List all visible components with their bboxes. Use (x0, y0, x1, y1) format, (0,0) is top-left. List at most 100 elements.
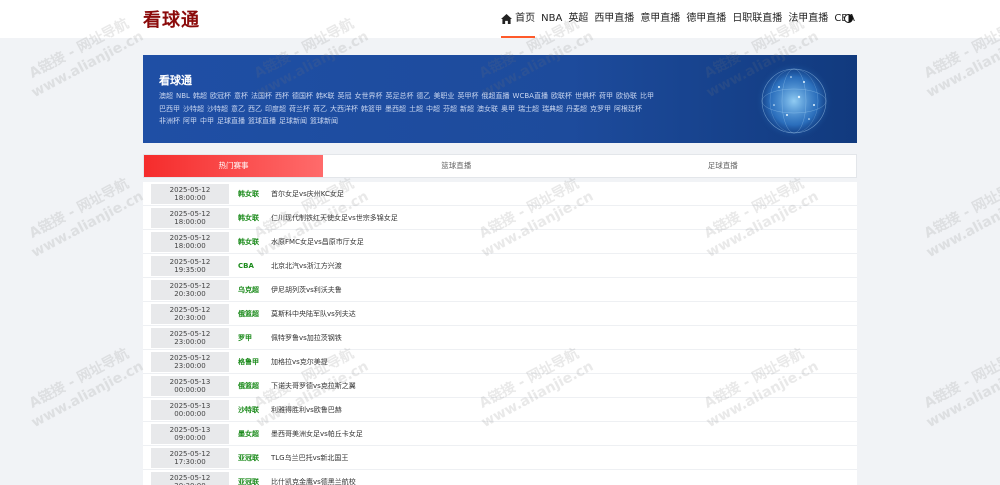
banner-tag[interactable]: 世俱杯 (575, 92, 596, 100)
match-row[interactable]: 2025-05-12 20:30:00 亚冠联 比什凯克金鹰vs德黑兰航校 (143, 470, 857, 485)
banner-tag[interactable]: 足球新闻 (279, 117, 307, 125)
match-row[interactable]: 2025-05-12 18:00:00 韩女联 首尔女足vs庆州KC女足 (143, 182, 857, 206)
banner-tag[interactable]: 大西洋杯 (330, 105, 358, 113)
match-row[interactable]: 2025-05-13 00:00:00 沙特联 利雅得胜利vs欧鲁巴赫 (143, 398, 857, 422)
nav-item-bundesliga[interactable]: 德甲直播 (686, 0, 726, 38)
tab-football[interactable]: 足球直播 (590, 155, 857, 177)
match-teams[interactable]: 伊尼胡列茨vs利沃夫鲁 (271, 285, 342, 295)
banner-tag[interactable]: 篮球直播 (248, 117, 276, 125)
match-row[interactable]: 2025-05-12 20:30:00 俄篮超 莫斯科中央陆军队vs列夫达 (143, 302, 857, 326)
banner-tag[interactable]: 德国杯 (292, 92, 313, 100)
match-teams[interactable]: 水原FMC女足vs昌原市厅女足 (271, 237, 364, 247)
match-time: 2025-05-12 20:30:00 (151, 303, 229, 324)
match-time: 2025-05-12 23:00:00 (151, 327, 229, 348)
banner-tag[interactable]: 瑞士超 (518, 105, 539, 113)
banner-tag[interactable]: 俄超直播 (482, 92, 510, 100)
banner-tag[interactable]: 荷甲 (599, 92, 613, 100)
banner-tag[interactable]: 中甲 (200, 117, 214, 125)
banner-tag[interactable]: 巴西甲 (159, 105, 180, 113)
banner-tag[interactable]: 中超 (426, 105, 440, 113)
banner-tag[interactable]: 澳超 (159, 92, 173, 100)
banner-tag[interactable]: 美职业 (434, 92, 455, 100)
match-row[interactable]: 2025-05-12 20:30:00 乌克超 伊尼胡列茨vs利沃夫鲁 (143, 278, 857, 302)
banner-tag[interactable]: 英冠 (338, 92, 352, 100)
match-row[interactable]: 2025-05-13 09:00:00 墨女超 墨西哥美洲女足vs帕丘卡女足 (143, 422, 857, 446)
tab-hot-events[interactable]: 热门赛事 (144, 155, 323, 177)
nav-item-laliga[interactable]: 西甲直播 (594, 0, 634, 38)
banner-tag[interactable]: 阿甲 (183, 117, 197, 125)
site-logo[interactable]: 看球通 (143, 6, 200, 32)
match-row[interactable]: 2025-05-12 17:30:00 亚冠联 TLG乌兰巴托vs新北国王 (143, 446, 857, 470)
top-bar: 看球通 首页 NBA 英超 西甲直播 意甲直播 德甲直播 日职联直播 法甲直播 … (0, 0, 1000, 38)
watermark-line: A链接 - 网址导航 (921, 345, 1000, 412)
banner-tag[interactable]: 韩K联 (316, 92, 335, 100)
banner-tag[interactable]: 新超 (460, 105, 474, 113)
banner-tag[interactable]: 荷乙 (313, 105, 327, 113)
banner-tag[interactable]: 奥甲 (501, 105, 515, 113)
banner-tag[interactable]: 克罗甲 (590, 105, 611, 113)
match-row[interactable]: 2025-05-12 19:35:00 CBA 北京北汽vs浙江方兴渡 (143, 254, 857, 278)
match-row[interactable]: 2025-05-12 18:00:00 韩女联 仁川现代制铁红天使女足vs世宗多锦女… (143, 206, 857, 230)
match-teams[interactable]: 北京北汽vs浙江方兴渡 (271, 261, 342, 271)
banner-tag[interactable]: 篮球新闻 (310, 117, 338, 125)
home-icon (501, 14, 513, 24)
nav-item-ligue1[interactable]: 法甲直播 (788, 0, 828, 38)
match-teams[interactable]: 首尔女足vs庆州KC女足 (271, 189, 344, 199)
match-row[interactable]: 2025-05-13 00:00:00 俄篮超 下诺夫哥罗德vs克拉斯之翼 (143, 374, 857, 398)
match-teams[interactable]: 比什凯克金鹰vs德黑兰航校 (271, 477, 356, 485)
banner-tag[interactable]: 非洲杯 (159, 117, 180, 125)
banner-tag[interactable]: 澳女联 (477, 105, 498, 113)
banner-tag[interactable]: 法国杯 (251, 92, 272, 100)
banner-tag[interactable]: 芬超 (443, 105, 457, 113)
watermark-line: www.alianjie.cn (28, 358, 147, 431)
banner-tag[interactable]: 英甲杯 (458, 92, 479, 100)
banner-tag[interactable]: 英足总杯 (386, 92, 414, 100)
match-teams[interactable]: 利雅得胜利vs欧鲁巴赫 (271, 405, 342, 415)
match-league: 乌克超 (238, 285, 259, 294)
match-league: 沙特联 (238, 405, 259, 414)
match-teams[interactable]: 莫斯科中央陆军队vs列夫达 (271, 309, 356, 319)
banner-tag[interactable]: 沙特超 (207, 105, 228, 113)
banner-tag[interactable]: 丹麦超 (566, 105, 587, 113)
banner-tag[interactable]: 德乙 (417, 92, 431, 100)
banner-tag[interactable]: 土超 (409, 105, 423, 113)
banner-tag[interactable]: 女世界杯 (355, 92, 383, 100)
banner-tag[interactable]: 西乙 (248, 105, 262, 113)
tab-basketball[interactable]: 篮球直播 (323, 155, 590, 177)
category-tabs: 热门赛事 篮球直播 足球直播 (143, 154, 857, 178)
banner-tag[interactable]: 印度超 (265, 105, 286, 113)
match-row[interactable]: 2025-05-12 23:00:00 罗甲 佩特罗鲁vs加拉茨钢铁 (143, 326, 857, 350)
banner-tag[interactable]: 瑞典超 (542, 105, 563, 113)
nav-item-seriea[interactable]: 意甲直播 (640, 0, 680, 38)
match-teams[interactable]: 下诺夫哥罗德vs克拉斯之翼 (271, 381, 356, 391)
banner-tag[interactable]: 欧协联 (616, 92, 637, 100)
banner-tag[interactable]: 比甲 (640, 92, 654, 100)
match-row[interactable]: 2025-05-12 18:00:00 韩女联 水原FMC女足vs昌原市厅女足 (143, 230, 857, 254)
nav-item-nba[interactable]: NBA (541, 0, 562, 38)
nav-item-jleague[interactable]: 日职联直播 (732, 0, 782, 38)
banner-tag[interactable]: 阿根廷杯 (614, 105, 642, 113)
banner-tag[interactable]: 墨西超 (385, 105, 406, 113)
banner-tag[interactable]: 意乙 (231, 105, 245, 113)
match-teams[interactable]: 仁川现代制铁红天使女足vs世宗多锦女足 (271, 213, 398, 223)
banner-tag[interactable]: 西杯 (275, 92, 289, 100)
banner-tag[interactable]: NBL (176, 92, 190, 100)
banner-tag[interactable]: 沙特超 (183, 105, 204, 113)
banner-tag[interactable]: 足球直播 (217, 117, 245, 125)
banner-tag[interactable]: 意杯 (234, 92, 248, 100)
nav-item-epl[interactable]: 英超 (568, 0, 588, 38)
match-teams[interactable]: 墨西哥美洲女足vs帕丘卡女足 (271, 429, 363, 439)
match-teams[interactable]: TLG乌兰巴托vs新北国王 (271, 453, 348, 463)
half-moon-icon[interactable] (844, 14, 853, 23)
match-teams[interactable]: 佩特罗鲁vs加拉茨钢铁 (271, 333, 342, 343)
nav-item-home[interactable]: 首页 (501, 0, 536, 38)
banner-tag[interactable]: 韩超 (193, 92, 207, 100)
banner-tag[interactable]: WCBA直播 (513, 92, 548, 100)
banner-tag[interactable]: 欧冠杯 (210, 92, 231, 100)
match-teams[interactable]: 加格拉vs克尔美提 (271, 357, 328, 367)
banner-tag[interactable]: 韩篮甲 (361, 105, 382, 113)
banner-tag[interactable]: 荷兰杯 (289, 105, 310, 113)
banner-tag[interactable]: 欧联杯 (551, 92, 572, 100)
match-row[interactable]: 2025-05-12 23:00:00 格鲁甲 加格拉vs克尔美提 (143, 350, 857, 374)
match-league: 罗甲 (238, 333, 252, 342)
